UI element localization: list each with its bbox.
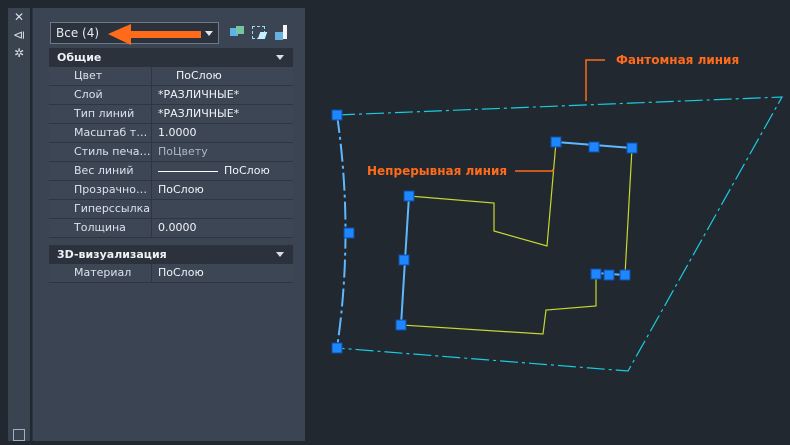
grip[interactable]	[588, 141, 600, 153]
selection-arrow	[108, 24, 201, 45]
property-row[interactable]: Прозрачность ПоСлою	[49, 181, 293, 200]
chevron-down-icon	[276, 252, 284, 257]
grip[interactable]	[550, 136, 562, 148]
grip[interactable]	[590, 268, 602, 280]
properties-icon[interactable]	[13, 429, 25, 441]
property-value-text: ПоСлою	[224, 164, 270, 177]
property-row[interactable]: Тип линий *РАЗЛИЧНЫЕ*	[49, 105, 293, 124]
property-row[interactable]: Вес линий ПоСлою	[49, 162, 293, 181]
collapse-icon[interactable]: ⧏	[11, 28, 27, 42]
property-key: Прозрачность	[49, 181, 151, 199]
property-value[interactable]: *РАЗЛИЧНЫЕ*	[151, 86, 293, 104]
property-key: Толщина	[49, 219, 151, 237]
continuous-callout: Непрерывная линия	[367, 164, 554, 178]
section-general[interactable]: Общие	[49, 48, 293, 67]
property-row[interactable]: Масштаб типа... 1.0000	[49, 124, 293, 143]
settings-icon[interactable]: ✲	[11, 46, 27, 60]
lineweight-swatch	[158, 171, 218, 172]
property-row[interactable]: Гиперссылка	[49, 200, 293, 219]
property-row[interactable]: Слой *РАЗЛИЧНЫЕ*	[49, 86, 293, 105]
palette-rail: ✕ ⧏ ✲ СВОЙСТВА	[0, 8, 30, 441]
property-key: Тип линий	[49, 105, 151, 123]
grip[interactable]	[403, 190, 415, 202]
property-value[interactable]: ПоСлою	[151, 264, 293, 282]
continuous-callout-label: Непрерывная линия	[367, 164, 507, 178]
property-row[interactable]: Толщина 0.0000	[49, 219, 293, 238]
property-row[interactable]: Материал ПоСлою	[49, 264, 293, 283]
grip[interactable]	[331, 342, 343, 354]
grip[interactable]	[626, 142, 638, 154]
property-value-text: ПоСлою	[176, 69, 222, 82]
property-value[interactable]: *РАЗЛИЧНЫЕ*	[151, 105, 293, 123]
property-key: Масштаб типа...	[49, 124, 151, 142]
phantom-callout: Фантомная линия	[585, 53, 739, 101]
properties-palette: Все (4) Общие Цвет ПоСлою Слой *РАЗЛИЧНЫ…	[32, 8, 305, 441]
grip[interactable]	[603, 269, 615, 281]
property-row[interactable]: Цвет ПоСлою	[49, 67, 293, 86]
property-value[interactable]: ПоСлою	[151, 162, 293, 180]
property-value: ПоЦвету	[151, 143, 293, 161]
property-key: Гиперссылка	[49, 200, 151, 218]
property-key: Стиль печати	[49, 143, 151, 161]
grip[interactable]	[398, 254, 410, 266]
property-value[interactable]	[151, 200, 293, 218]
chevron-down-icon	[276, 55, 284, 60]
section-3d-visualization[interactable]: 3D-визуализация	[49, 245, 293, 264]
grip[interactable]	[395, 319, 407, 331]
grip[interactable]	[619, 269, 631, 281]
section-title: 3D-визуализация	[57, 248, 167, 261]
property-key: Вес линий	[49, 162, 151, 180]
property-value[interactable]: 0.0000	[151, 219, 293, 237]
property-value[interactable]: 1.0000	[151, 124, 293, 142]
grip[interactable]	[331, 109, 343, 121]
property-key: Материал	[49, 264, 151, 282]
property-grid: Общие Цвет ПоСлою Слой *РАЗЛИЧНЫЕ* Тип л…	[49, 48, 293, 283]
close-icon[interactable]: ✕	[11, 10, 27, 24]
property-value[interactable]: ПоСлою	[151, 67, 293, 85]
grip[interactable]	[343, 227, 355, 239]
property-key: Слой	[49, 86, 151, 104]
property-key: Цвет	[49, 67, 151, 85]
property-row[interactable]: Стиль печати ПоЦвету	[49, 143, 293, 162]
section-title: Общие	[57, 51, 102, 64]
phantom-callout-label: Фантомная линия	[616, 53, 739, 67]
property-value[interactable]: ПоСлою	[151, 181, 293, 199]
